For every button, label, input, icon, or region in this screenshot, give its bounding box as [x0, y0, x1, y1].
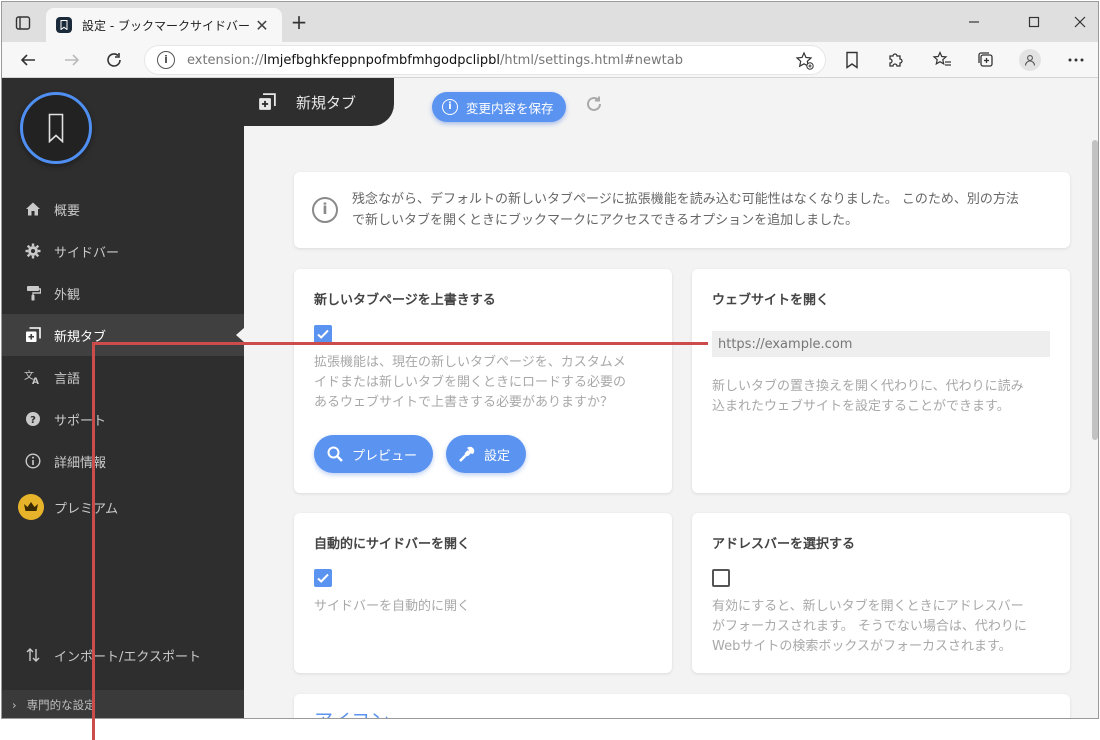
svg-text:?: ?: [30, 415, 36, 426]
title-bar: 設定 - ブックマークサイドバー ✕ +: [2, 2, 1098, 42]
address-bar[interactable]: i extension://lmjefbghkfeppnpofmbfmhgodp…: [144, 45, 826, 75]
browser-window: 設定 - ブックマークサイドバー ✕ + i extension://lmjef…: [1, 1, 1099, 719]
sidebar-item-support[interactable]: ? サポート: [2, 398, 244, 440]
card-title: アドレスバーを選択する: [712, 537, 856, 552]
bookmark-favicon-icon: [56, 17, 72, 33]
new-tab-icon: [24, 326, 42, 344]
preview-button[interactable]: プレビュー: [314, 435, 434, 473]
url-scheme: extension://: [187, 52, 264, 68]
scrollbar-thumb[interactable]: [1092, 140, 1098, 440]
select-addressbar-checkbox[interactable]: [712, 569, 730, 587]
save-changes-button[interactable]: i 変更内容を保存: [432, 92, 566, 122]
card-title: 新しいタブページを上書きする: [314, 293, 496, 308]
bookmark-icon[interactable]: [840, 48, 864, 72]
new-tab-icon: [258, 93, 276, 111]
search-icon: [326, 445, 344, 463]
sidebar-item-language[interactable]: 文A 言語: [2, 356, 244, 398]
new-tab-plus-icon[interactable]: +: [288, 12, 310, 34]
page-title: 新規タブ: [296, 93, 357, 112]
refresh-icon[interactable]: [100, 46, 128, 74]
auto-open-sidebar-checkbox[interactable]: [314, 569, 332, 587]
svg-text:A: A: [32, 377, 39, 385]
sidebar-item-label: プレミアム: [54, 501, 119, 517]
notice-text: 残念ながら、デフォルトの新しいタブページに拡張機能を読み込む可能性はなくなりまし…: [352, 192, 1019, 228]
gear-icon: [24, 242, 42, 260]
annotation-line-vertical: [92, 342, 95, 740]
wrench-icon: [458, 445, 476, 463]
translate-icon: 文A: [24, 368, 42, 386]
card-title: ウェブサイトを開く: [712, 293, 830, 308]
sidebar-item-premium[interactable]: プレミアム: [2, 486, 244, 528]
annotation-line-horizontal: [92, 342, 708, 345]
tab-title: 設定 - ブックマークサイドバー: [82, 18, 250, 33]
crown-icon: [18, 494, 44, 520]
content-scrollbar[interactable]: [1090, 126, 1098, 718]
extensions-puzzle-icon[interactable]: [884, 48, 908, 72]
chevron-right-icon: ›: [12, 698, 17, 712]
section-header: 新規タブ: [244, 78, 394, 126]
sidebar-item-overview[interactable]: 概要: [2, 188, 244, 230]
settings-content: i 残念ながら、デフォルトの新しいタブページに拡張機能を読み込む可能性はなくなり…: [244, 126, 1090, 718]
close-window-icon[interactable]: [1066, 10, 1094, 34]
advanced-settings-toggle[interactable]: › 専門的な設定: [2, 690, 244, 718]
bookmark-logo-icon: [20, 92, 92, 164]
more-menu-icon[interactable]: [1064, 48, 1088, 72]
import-export-arrows-icon: [24, 646, 42, 664]
sidebar-item-label: 詳細情報: [54, 455, 107, 471]
browser-toolbar: i extension://lmjefbghkfeppnpofmbfmhgodp…: [2, 42, 1098, 78]
card-title: 自動的にサイドバーを開く: [314, 537, 471, 552]
sidebar-item-appearance[interactable]: 外観: [2, 272, 244, 314]
paint-roller-icon: [24, 284, 42, 302]
active-indicator: [236, 328, 244, 342]
auto-open-sidebar-card: 自動的にサイドバーを開く サイドバーを自動的に開く: [294, 513, 672, 673]
url-path: /html/settings.html#newtab: [499, 52, 683, 68]
override-newtab-checkbox[interactable]: [314, 325, 332, 343]
profile-avatar-icon[interactable]: [1018, 48, 1042, 72]
notice-card: i 残念ながら、デフォルトの新しいタブページに拡張機能を読み込む可能性はなくなり…: [294, 172, 1070, 248]
addressbar-description: 有効にすると、新しいタブを開くときにアドレスバー がフォーカスされます。 そうで…: [712, 599, 1027, 654]
sidebar-item-label: インポート/エクスポート: [54, 649, 201, 665]
sidebar-item-label: サイドバー: [54, 245, 120, 261]
forward-arrow-icon[interactable]: [58, 46, 86, 74]
maximize-icon[interactable]: [1020, 10, 1048, 34]
icons-card: アイコン: [294, 694, 1070, 718]
sidebar-item-label: 外観: [54, 287, 81, 303]
advanced-settings-label: 専門的な設定: [26, 698, 96, 712]
favorites-icon[interactable]: [930, 48, 954, 72]
icons-heading: アイコン: [314, 706, 389, 718]
home-icon: [24, 200, 42, 218]
website-url-input[interactable]: [712, 331, 1050, 357]
sidebar-item-info[interactable]: 詳細情報: [2, 440, 244, 482]
newtab-settings-button[interactable]: 設定: [446, 435, 527, 473]
browser-tab[interactable]: 設定 - ブックマークサイドバー ✕: [46, 8, 282, 42]
open-website-card: ウェブサイトを開く 新しいタブの置き換えを開く代わりに、代わりに読み 込まれたウ…: [692, 269, 1070, 493]
auto-sidebar-description: サイドバーを自動的に開く: [314, 599, 471, 614]
settings-sidebar: 概要 サイドバー 外観 新規タブ 文A 言語 ? サポート 詳細情報 プレミアム…: [2, 78, 244, 718]
close-tab-icon[interactable]: ✕: [252, 16, 272, 35]
back-arrow-icon[interactable]: [14, 46, 42, 74]
sidebar-item-import-export[interactable]: インポート/エクスポート: [2, 634, 244, 676]
sidebar-item-newtab[interactable]: 新規タブ: [2, 314, 244, 356]
add-favorite-star-icon[interactable]: [795, 51, 815, 71]
sidebar-item-label: 言語: [54, 371, 81, 387]
website-description: 新しいタブの置き換えを開く代わりに、代わりに読み 込まれたウェブサイトを設定する…: [712, 379, 1024, 414]
sidebar-item-label: 概要: [54, 203, 81, 219]
override-description: 拡張機能は、現在の新しいタブページを、カスタムメ イドまたは新しいタブを開くとき…: [314, 355, 627, 410]
info-circle-icon: i: [312, 197, 338, 223]
minimize-icon[interactable]: [960, 10, 988, 34]
reset-refresh-icon[interactable]: [584, 94, 604, 114]
site-info-icon[interactable]: i: [157, 51, 175, 69]
override-newtab-card: 新しいタブページを上書きする 拡張機能は、現在の新しいタブページを、カスタムメ …: [294, 269, 672, 493]
url-host: lmjefbghkfeppnpofmbfmhgodpclipbl: [263, 52, 500, 68]
info-icon: i: [442, 99, 458, 115]
sidebar-item-label: サポート: [54, 413, 107, 429]
tab-actions-icon[interactable]: [12, 12, 34, 34]
select-addressbar-card: アドレスバーを選択する 有効にすると、新しいタブを開くときにアドレスバー がフォ…: [692, 513, 1070, 673]
help-icon: ?: [24, 410, 42, 428]
collections-icon[interactable]: [974, 48, 998, 72]
sidebar-item-sidebar[interactable]: サイドバー: [2, 230, 244, 272]
info-icon: [24, 452, 42, 470]
